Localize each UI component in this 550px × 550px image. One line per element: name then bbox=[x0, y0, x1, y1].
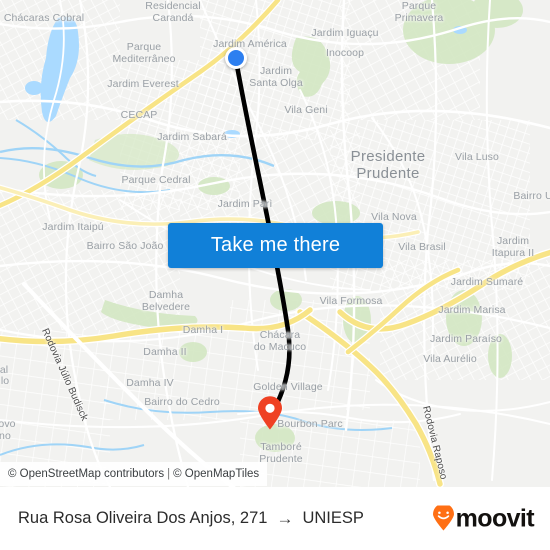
trip-summary: Rua Rosa Oliveira Dos Anjos, 271 → UNIES… bbox=[18, 509, 364, 529]
attribution-osm[interactable]: © OpenStreetMap contributors bbox=[8, 468, 164, 480]
moovit-pin-icon bbox=[432, 505, 454, 531]
trip-destination-label: UNIESP bbox=[302, 509, 364, 527]
map-pin-icon bbox=[258, 396, 282, 430]
map-trip-card: Chácaras Cobral Residencial Carandá Parque… bbox=[0, 0, 550, 550]
take-me-there-button[interactable]: Take me there bbox=[168, 223, 383, 268]
map-attribution: © OpenStreetMap contributors | © OpenMap… bbox=[0, 462, 268, 486]
arrow-right-icon: → bbox=[276, 508, 294, 528]
attribution-openmaptiles[interactable]: © OpenMapTiles bbox=[173, 468, 259, 480]
moovit-wordmark: moovit bbox=[455, 504, 535, 532]
trip-footer: Rua Rosa Oliveira Dos Anjos, 271 → UNIES… bbox=[0, 487, 550, 550]
moovit-logo[interactable]: moovit bbox=[432, 504, 535, 533]
map-canvas[interactable]: Chácaras Cobral Residencial Carandá Parque… bbox=[0, 0, 550, 487]
origin-marker[interactable] bbox=[225, 47, 247, 69]
trip-origin-label: Rua Rosa Oliveira Dos Anjos, 271 bbox=[18, 509, 268, 527]
attribution-separator: | bbox=[167, 468, 171, 480]
